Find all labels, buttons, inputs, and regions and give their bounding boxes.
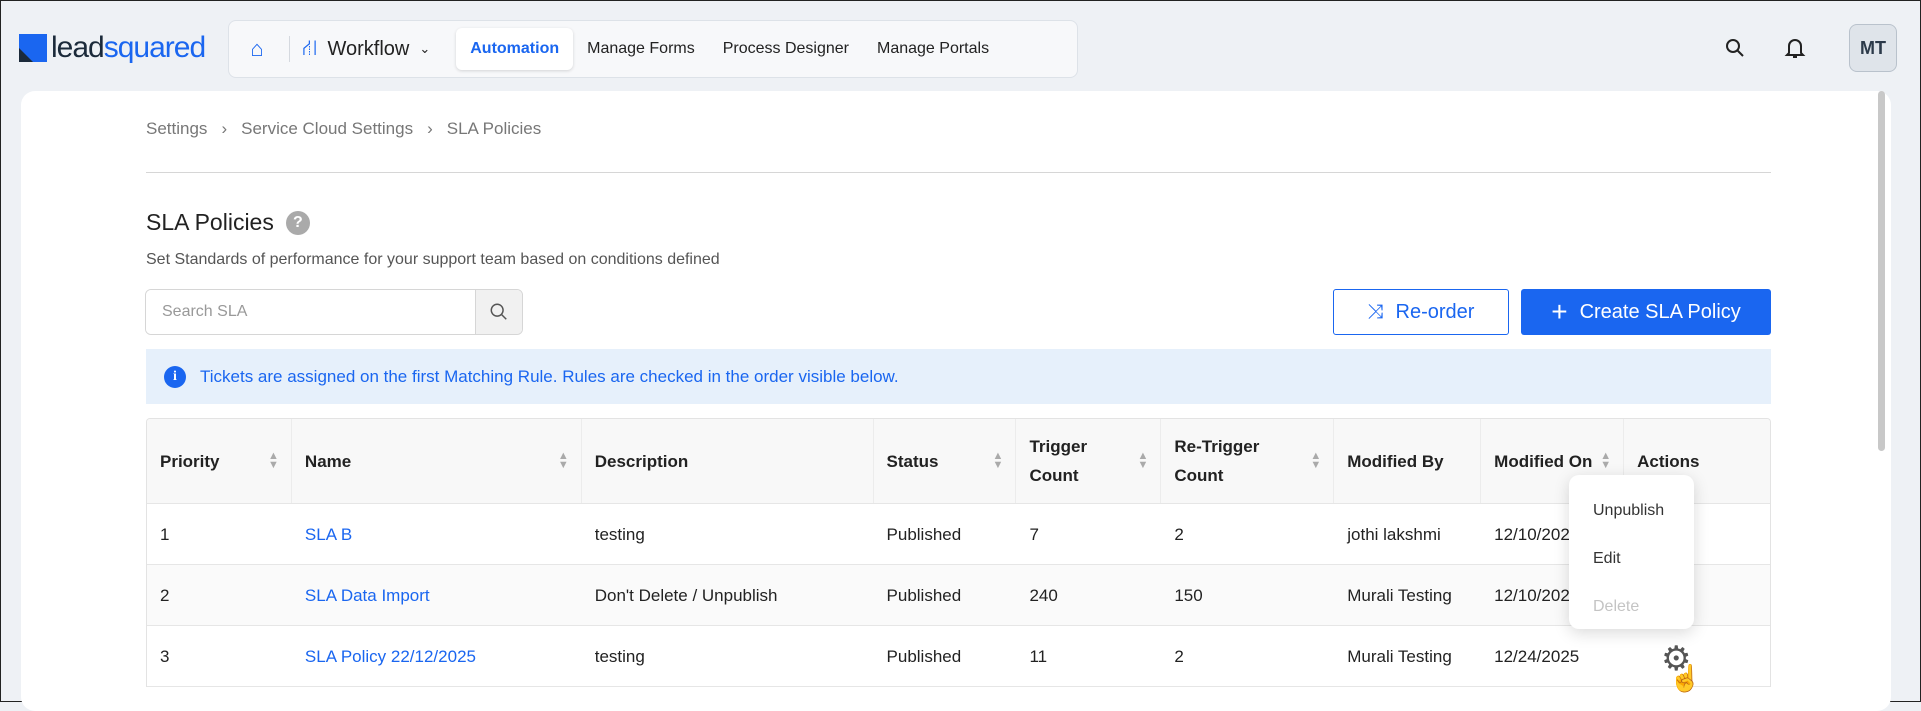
create-sla-policy-button[interactable]: + Create SLA Policy bbox=[1521, 289, 1771, 335]
plus-icon: + bbox=[1551, 296, 1568, 327]
table-cell: 11 bbox=[1029, 646, 1048, 666]
top-nav: ⌂ ⛙ Workflow ⌄ Automation Manage Forms Pro… bbox=[228, 20, 1078, 78]
scrollbar[interactable] bbox=[1878, 91, 1885, 451]
table-row: 2 SLA Data Import Don't Delete / Unpublish… bbox=[147, 565, 1770, 626]
workflow-icon: ⛙ bbox=[302, 34, 318, 60]
column-header[interactable]: Re-Trigger Count ▲ ▼ bbox=[1161, 419, 1335, 503]
sla-name-link[interactable]: SLA B bbox=[292, 504, 582, 564]
table-cell: 1 bbox=[160, 524, 170, 544]
sort-icon[interactable]: ▲ ▼ bbox=[1600, 451, 1611, 471]
bell-icon[interactable] bbox=[1784, 36, 1806, 60]
table-row: 3 SLA Policy 22/12/2025 testing Published 11… bbox=[147, 626, 1770, 687]
leadsquared-logo[interactable]: lead squared bbox=[19, 31, 206, 65]
page-title: SLA Policies? bbox=[146, 209, 310, 236]
logo-mark bbox=[19, 34, 47, 62]
tab-automation[interactable]: Automation bbox=[456, 28, 574, 70]
column-header: Modified By bbox=[1334, 419, 1482, 503]
info-icon: i bbox=[164, 365, 186, 388]
search-icon[interactable] bbox=[1724, 37, 1746, 59]
chevron-right-icon: › bbox=[221, 119, 228, 138]
menu-item-edit[interactable]: Edit bbox=[1569, 535, 1694, 583]
shuffle-icon: ⤨ bbox=[1367, 300, 1384, 323]
home-icon[interactable]: ⌂ bbox=[237, 36, 277, 62]
reorder-button[interactable]: ⤨ Re-order bbox=[1333, 289, 1509, 335]
table-cell: 2 bbox=[1174, 524, 1184, 544]
sort-icon[interactable]: ▲ ▼ bbox=[558, 451, 569, 471]
chevron-right-icon: › bbox=[427, 119, 433, 138]
breadcrumb-service-cloud[interactable]: Service Cloud Settings bbox=[241, 119, 413, 139]
table-cell: 7 bbox=[1029, 524, 1039, 544]
table-header: Priority ▲ ▼ Name ▲ ▼ Description Status ▲ ▼ Trigg… bbox=[147, 419, 1770, 504]
tab-manage-portals[interactable]: Manage Portals bbox=[863, 28, 1003, 70]
sort-icon[interactable]: ▲ ▼ bbox=[1310, 451, 1321, 471]
breadcrumb-current: SLA Policies bbox=[446, 119, 542, 138]
table-cell: testing bbox=[594, 524, 645, 544]
sla-name-link[interactable]: SLA Data Import bbox=[292, 565, 582, 625]
search-button[interactable] bbox=[475, 290, 522, 334]
divider bbox=[146, 172, 1771, 173]
sort-icon[interactable]: ▲ ▼ bbox=[268, 451, 279, 471]
table-cell: 2 bbox=[1174, 646, 1184, 666]
table-cell: 150 bbox=[1174, 585, 1203, 605]
breadcrumb-settings[interactable]: Settings bbox=[146, 119, 207, 139]
column-header[interactable]: Priority ▲ ▼ bbox=[147, 419, 292, 503]
table-cell: Don't Delete / Unpublish bbox=[594, 585, 778, 605]
sort-icon[interactable]: ▲ ▼ bbox=[1137, 451, 1148, 471]
column-header[interactable]: Trigger Count ▲ ▼ bbox=[1016, 419, 1162, 503]
menu-item-unpublish[interactable]: Unpublish bbox=[1569, 487, 1694, 535]
table-cell: 2 bbox=[160, 585, 170, 605]
module-selector[interactable]: ⛙ Workflow ⌄ bbox=[302, 35, 430, 64]
table-cell: 3 bbox=[160, 646, 170, 666]
column-header[interactable]: Name ▲ ▼ bbox=[292, 419, 582, 503]
tab-manage-forms[interactable]: Manage Forms bbox=[573, 28, 709, 70]
table-cell: Published bbox=[886, 646, 962, 666]
breadcrumb: Settings › Service Cloud Settings › SLA Po… bbox=[146, 119, 541, 139]
table-cell: Murali Testing bbox=[1347, 585, 1452, 605]
action-menu: Unpublish Edit Delete bbox=[1569, 475, 1694, 629]
sort-icon[interactable]: ▲ ▼ bbox=[993, 451, 1004, 471]
table-cell: jothi lakshmi bbox=[1347, 524, 1441, 544]
table-cell: Published bbox=[886, 585, 962, 605]
table-cell: 240 bbox=[1029, 585, 1058, 605]
table-cell: testing bbox=[594, 646, 645, 666]
table-cell: Published bbox=[886, 524, 962, 544]
help-icon[interactable]: ? bbox=[285, 210, 310, 235]
hand-cursor-icon: ☝ bbox=[1669, 663, 1702, 693]
info-banner: i Tickets are assigned on the first Match… bbox=[146, 349, 1771, 404]
tab-process-designer[interactable]: Process Designer bbox=[709, 28, 863, 70]
chevron-down-icon: ⌄ bbox=[419, 41, 431, 56]
table-row: 1 SLA Btesting Published 7 2 jothi lakshmi 12/… bbox=[147, 504, 1770, 565]
page-subtitle: Set Standards of performance for your su… bbox=[146, 251, 720, 268]
table-cell: Murali Testing bbox=[1347, 646, 1452, 666]
sla-table: Priority ▲ ▼ Name ▲ ▼ Description Status ▲ ▼ Trigg… bbox=[146, 418, 1771, 687]
table-cell: 12/24/2025 bbox=[1494, 646, 1580, 666]
search-box bbox=[145, 289, 523, 335]
sla-name-link[interactable]: SLA Policy 22/12/2025 bbox=[292, 626, 582, 686]
column-header[interactable]: Status ▲ ▼ bbox=[874, 419, 1017, 503]
column-header: Description bbox=[582, 419, 874, 503]
menu-item-delete: Delete bbox=[1593, 598, 1640, 615]
search-icon bbox=[490, 303, 507, 320]
nav-divider bbox=[289, 36, 290, 62]
search-input[interactable] bbox=[146, 290, 475, 334]
user-avatar[interactable]: MT bbox=[1849, 24, 1897, 72]
